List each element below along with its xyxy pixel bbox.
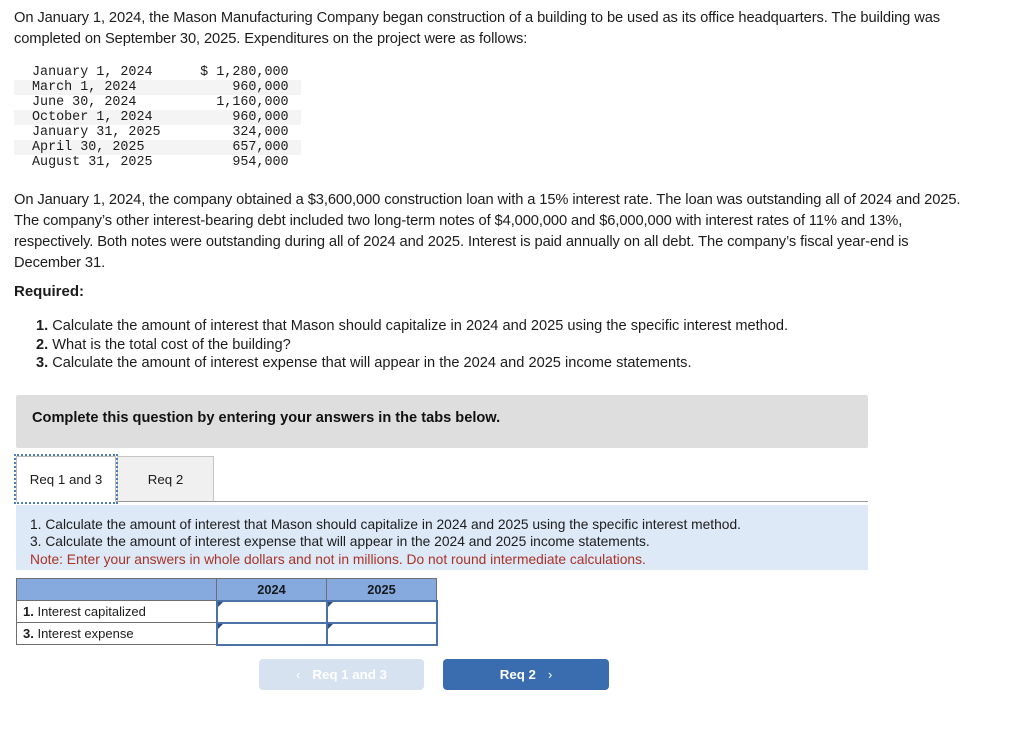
complete-question-banner: Complete this question by entering your …: [16, 395, 868, 448]
expenditure-date: April 30, 2025: [14, 140, 171, 155]
expenditure-amount: 960,000: [170, 110, 301, 125]
table-row: October 1, 2024 960,000: [14, 110, 301, 125]
expenditure-amount: 324,000: [232, 125, 289, 140]
answer-table-header-row: 2024 2025: [16, 578, 437, 601]
requirement-info-panel: 1. Calculate the amount of interest that…: [16, 505, 868, 570]
chevron-right-icon: ›: [547, 667, 553, 682]
table-row: 3. Interest expense: [16, 621, 438, 646]
answer-table: 2024 2025 1. Interest capitalized 3. Int…: [16, 578, 438, 646]
question-page: On January 1, 2024, the Mason Manufactur…: [0, 0, 1028, 740]
info-line-2: 3. Calculate the amount of interest expe…: [30, 534, 650, 549]
tab-req-2[interactable]: Req 2: [117, 456, 214, 502]
intro-paragraph: On January 1, 2024, the Mason Manufactur…: [14, 10, 941, 47]
list-item: 1. Calculate the amount of interest that…: [36, 317, 916, 336]
required-item-number: 3.: [36, 355, 49, 371]
tab-bar: Req 1 and 3 Req 2: [14, 454, 868, 504]
prev-req-1-and-3-button[interactable]: ‹ Req 1 and 3: [259, 659, 424, 690]
row-label-text: Interest capitalized: [33, 604, 146, 619]
expenditure-date: March 1, 2024: [14, 80, 171, 95]
input-interest-expense-2025[interactable]: [325, 621, 438, 646]
prev-button-label: Req 1 and 3: [312, 667, 387, 682]
table-row: March 1, 2024 960,000: [14, 80, 301, 95]
answer-table-body: 1. Interest capitalized 3. Interest expe…: [16, 599, 438, 646]
required-label: Required:: [14, 283, 85, 300]
next-req-2-button[interactable]: Req 2 ›: [443, 659, 609, 690]
expenditure-date: August 31, 2025: [32, 155, 153, 170]
input-interest-capitalized-2024[interactable]: [215, 599, 328, 624]
table-row: August 31, 2025 954,000: [14, 155, 301, 170]
required-item-text: What is the total cost of the building?: [52, 336, 291, 353]
tab-req-1-and-3[interactable]: Req 1 and 3: [14, 454, 118, 504]
info-line-1: 1. Calculate the amount of interest that…: [30, 517, 741, 532]
expenditure-date: October 1, 2024: [14, 110, 171, 125]
required-item-number: 1.: [36, 318, 49, 334]
table-row: 1. Interest capitalized: [16, 599, 438, 624]
complete-question-text: Complete this question by entering your …: [32, 410, 501, 426]
list-item: 2. What is the total cost of the buildin…: [36, 336, 916, 355]
expenditure-amount: $ 1,280,000: [200, 65, 289, 80]
input-interest-expense-2024[interactable]: [215, 621, 328, 646]
expenditure-amount: 657,000: [170, 140, 301, 155]
required-list: 1. Calculate the amount of interest that…: [36, 317, 916, 373]
table-row: April 30, 2025 657,000: [14, 140, 301, 155]
expenditure-amount: 954,000: [232, 155, 289, 170]
info-note: Note: Enter your answers in whole dollar…: [30, 552, 646, 567]
column-header-blank: [16, 578, 217, 601]
list-item: 3. Calculate the amount of interest expe…: [36, 354, 916, 373]
expenditure-amount: 1,160,000: [216, 95, 289, 110]
row-label-interest-capitalized: 1. Interest capitalized: [16, 600, 217, 623]
table-row: June 30, 2024 1,160,000: [14, 95, 301, 110]
table-row: January 31, 2025 324,000: [14, 125, 301, 140]
expenditure-date: June 30, 2024: [32, 95, 137, 110]
required-item-text: Calculate the amount of interest expense…: [52, 355, 692, 371]
row-label-interest-expense: 3. Interest expense: [16, 622, 217, 645]
table-row: January 1, 2024 $ 1,280,000: [14, 65, 301, 80]
expenditure-amount: 960,000: [170, 80, 301, 95]
loan-paragraph: On January 1, 2024, the company obtained…: [14, 192, 961, 271]
required-item-number: 2.: [36, 336, 49, 353]
row-number: 3.: [23, 626, 34, 641]
expenditures-table: January 1, 2024 $ 1,280,000 March 1, 202…: [14, 65, 301, 170]
input-interest-capitalized-2025[interactable]: [325, 599, 438, 624]
expenditures-table-body: January 1, 2024 $ 1,280,000 March 1, 202…: [14, 65, 301, 170]
chevron-left-icon: ‹: [296, 667, 301, 682]
expenditure-date: January 1, 2024: [32, 65, 153, 80]
column-header-2025: 2025: [326, 578, 437, 601]
column-header-2024: 2024: [216, 578, 327, 601]
required-item-text: Calculate the amount of interest that Ma…: [52, 318, 789, 334]
row-number: 1.: [23, 604, 34, 619]
row-label-text: Interest expense: [33, 626, 134, 641]
expenditure-date: January 31, 2025: [32, 125, 161, 140]
next-button-label: Req 2: [499, 667, 536, 682]
answer-table-head: 2024 2025: [16, 578, 437, 601]
